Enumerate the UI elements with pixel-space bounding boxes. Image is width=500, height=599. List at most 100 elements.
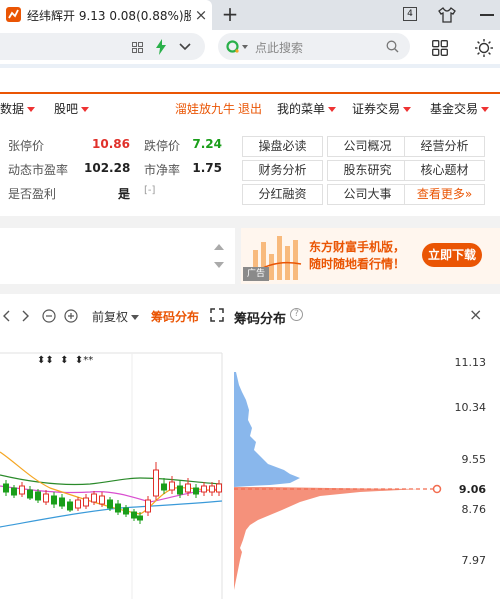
candle-body [91, 493, 97, 503]
nav-item-funds[interactable]: 基金交易 [430, 100, 490, 116]
btn-trading-guide[interactable]: 操盘必读 [242, 136, 323, 157]
zoom-in-icon[interactable] [64, 309, 78, 323]
tab-count-badge[interactable]: 4 [403, 7, 417, 21]
next-arrow-icon[interactable] [22, 310, 30, 322]
close-icon[interactable]: × [469, 307, 483, 323]
new-tab-button[interactable]: + [219, 3, 241, 25]
ad-headline: 东方财富手机版， [309, 240, 406, 254]
btn-company-overview[interactable]: 公司概况 [327, 136, 408, 157]
candle-body [59, 497, 65, 507]
page-top-strip [0, 64, 500, 68]
candle-body [75, 499, 81, 509]
apps-grid-icon[interactable] [432, 40, 448, 56]
tab-close-icon[interactable]: × [194, 6, 208, 24]
qr-grid-icon[interactable] [132, 42, 143, 53]
candle-body [161, 483, 167, 491]
price-tick: 9.55 [462, 453, 487, 466]
limit-up-value: 10.86 [92, 137, 130, 151]
candle-body [35, 491, 41, 501]
profit-chip-area [234, 487, 420, 590]
chevron-down-icon [131, 315, 140, 320]
kline-chip-chart[interactable]: 11.13 10.34 9.55 9.06 8.76 7.97 ⬍⬍ ⬍ ⬍** [0, 340, 500, 599]
profitable-label: 是否盈利 [8, 187, 57, 201]
chevron-down-icon [81, 107, 90, 112]
section-divider [0, 216, 500, 228]
price-tick: 8.76 [462, 503, 487, 516]
ma20-line [0, 474, 223, 486]
lightning-speed-icon[interactable] [155, 39, 167, 55]
search-engine-icon[interactable] [226, 40, 239, 53]
btn-company-events[interactable]: 公司大事 [327, 184, 408, 205]
current-price-label: 9.06 [459, 483, 486, 496]
profitable-value: 是 [117, 187, 130, 201]
price-tick: 11.13 [455, 356, 487, 369]
candle-body [83, 497, 89, 507]
prev-arrow-icon[interactable] [2, 310, 10, 322]
chevron-down-icon[interactable] [178, 40, 192, 54]
loss-chip-area [234, 372, 300, 487]
limit-down-label: 跌停价 [144, 139, 181, 153]
pe-ratio-value: 102.28 [84, 161, 131, 175]
btn-shareholder-research[interactable]: 股东研究 [327, 160, 408, 181]
logout-link[interactable]: 退出 [238, 100, 262, 116]
scroll-down-icon[interactable] [214, 262, 224, 268]
candle-body [107, 499, 113, 509]
btn-core-themes[interactable]: 核心题材 [404, 160, 485, 181]
address-field[interactable] [0, 33, 205, 60]
zoom-out-icon[interactable] [42, 309, 56, 323]
nav-item-label: 证券交易 [352, 102, 401, 116]
nav-item-securities[interactable]: 证券交易 [352, 100, 412, 116]
btn-dividend-financing[interactable]: 分红融资 [242, 184, 323, 205]
candle-body [177, 485, 183, 495]
limit-down-value: 7.24 [192, 137, 222, 151]
chevron-down-icon [481, 107, 490, 112]
nav-item-guba[interactable]: 股吧 [54, 100, 90, 116]
price-tick: 10.34 [455, 401, 487, 414]
candle-body [123, 507, 129, 515]
ad-subline: 随时随地看行情！ [309, 257, 406, 271]
nav-item-my-menu[interactable]: 我的菜单 [277, 100, 337, 116]
price-tick: 7.97 [462, 554, 487, 567]
event-markers: ⬍⬍ ⬍ ⬍** [37, 355, 93, 366]
candle-body [153, 469, 159, 497]
user-name-link[interactable]: 溜娃放九牛 [175, 100, 235, 116]
nav-item-data[interactable]: 数据 [0, 100, 36, 116]
chevron-down-icon [328, 107, 337, 112]
price-adjust-select[interactable]: 前复权 [92, 308, 140, 324]
tab-chip-distribution[interactable]: 筹码分布 [151, 308, 199, 324]
nav-item-label: 基金交易 [430, 102, 479, 116]
candle-body [185, 483, 191, 493]
current-price-marker [432, 484, 442, 494]
fullscreen-icon[interactable] [210, 308, 224, 322]
brightness-icon[interactable] [474, 38, 494, 58]
chevron-down-icon [27, 107, 36, 112]
candle-body [193, 487, 199, 495]
tab-title: 经纬辉开 9.13 0.08(0.88%)股票 [27, 9, 191, 23]
btn-financial-analysis[interactable]: 财务分析 [242, 160, 323, 181]
candle-body [201, 485, 207, 493]
section-divider [0, 284, 500, 294]
btn-business-analysis[interactable]: 经营分析 [404, 136, 485, 157]
candle-body [137, 515, 143, 521]
candle-body [67, 501, 73, 511]
candle-body [51, 495, 57, 505]
nav-item-label: 股吧 [54, 102, 79, 116]
scroll-up-icon[interactable] [214, 244, 224, 250]
pb-ratio-label: 市净率 [144, 163, 181, 177]
skin-shirt-icon[interactable] [437, 5, 457, 25]
candle-body [99, 495, 105, 505]
nav-underline [0, 92, 500, 94]
nav-item-label: 我的菜单 [277, 102, 326, 116]
download-app-button[interactable]: 立即下载 [422, 243, 482, 267]
window-minimize-icon[interactable] [480, 14, 494, 16]
limit-up-label: 张停价 [8, 139, 45, 153]
pb-ratio-value: 1.75 [192, 161, 222, 175]
site-favicon-icon [6, 7, 21, 22]
candle-body [115, 503, 121, 513]
help-icon[interactable]: ? [290, 308, 303, 321]
search-placeholder: 点此搜索 [255, 41, 304, 55]
expand-icon[interactable]: [-] [144, 185, 164, 200]
btn-view-more[interactable]: 查看更多» [404, 184, 485, 205]
search-icon[interactable] [386, 40, 399, 53]
engine-dropdown-icon[interactable] [242, 45, 248, 49]
